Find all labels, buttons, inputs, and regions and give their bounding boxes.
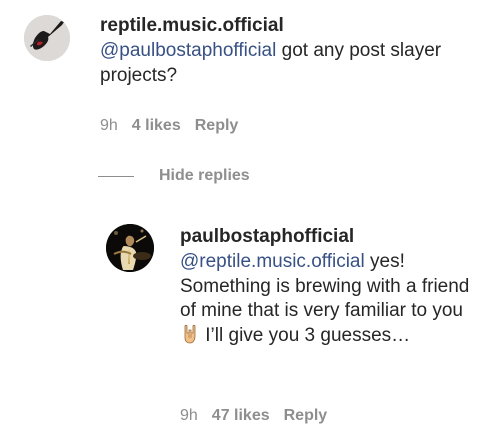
comment-body: reptile.music.official @paulbostaphoffic… (100, 14, 480, 88)
reply-likes-count[interactable]: 47 likes (212, 407, 270, 424)
hide-replies-label[interactable]: Hide replies (159, 167, 250, 185)
comment-timestamp: 9h (100, 117, 118, 134)
reply-timestamp: 9h (180, 407, 198, 424)
reply-reply-button[interactable]: Reply (284, 407, 328, 424)
reply-text-after-emoji: I’ll give you 3 guesses… (200, 324, 411, 346)
reply-body: paulbostaphofficial @reptile.music.offic… (180, 225, 480, 351)
reply-meta: 9h 47 likes Reply (180, 406, 341, 426)
comment-mention[interactable]: @paulbostaphofficial (100, 40, 276, 61)
reply-mention[interactable]: @reptile.music.official (180, 251, 365, 272)
comment-text: @paulbostaphofficial got any post slayer… (100, 39, 480, 88)
reply-text: @reptile.music.official yes! Something i… (180, 250, 480, 351)
comment-reply-button[interactable]: Reply (195, 117, 239, 134)
rock-on-hand-emoji-icon (182, 324, 198, 352)
drummer-avatar-icon[interactable] (106, 224, 154, 272)
reply-username[interactable]: paulbostaphofficial (180, 225, 480, 249)
comment-username[interactable]: reptile.music.official (100, 14, 480, 38)
hide-replies-divider (98, 175, 134, 177)
guitar-avatar-icon[interactable] (24, 15, 70, 61)
comment-likes-count[interactable]: 4 likes (132, 117, 181, 134)
hide-replies-button[interactable]: Hide replies (98, 166, 250, 186)
comment-meta: 9h 4 likes Reply (100, 116, 252, 136)
